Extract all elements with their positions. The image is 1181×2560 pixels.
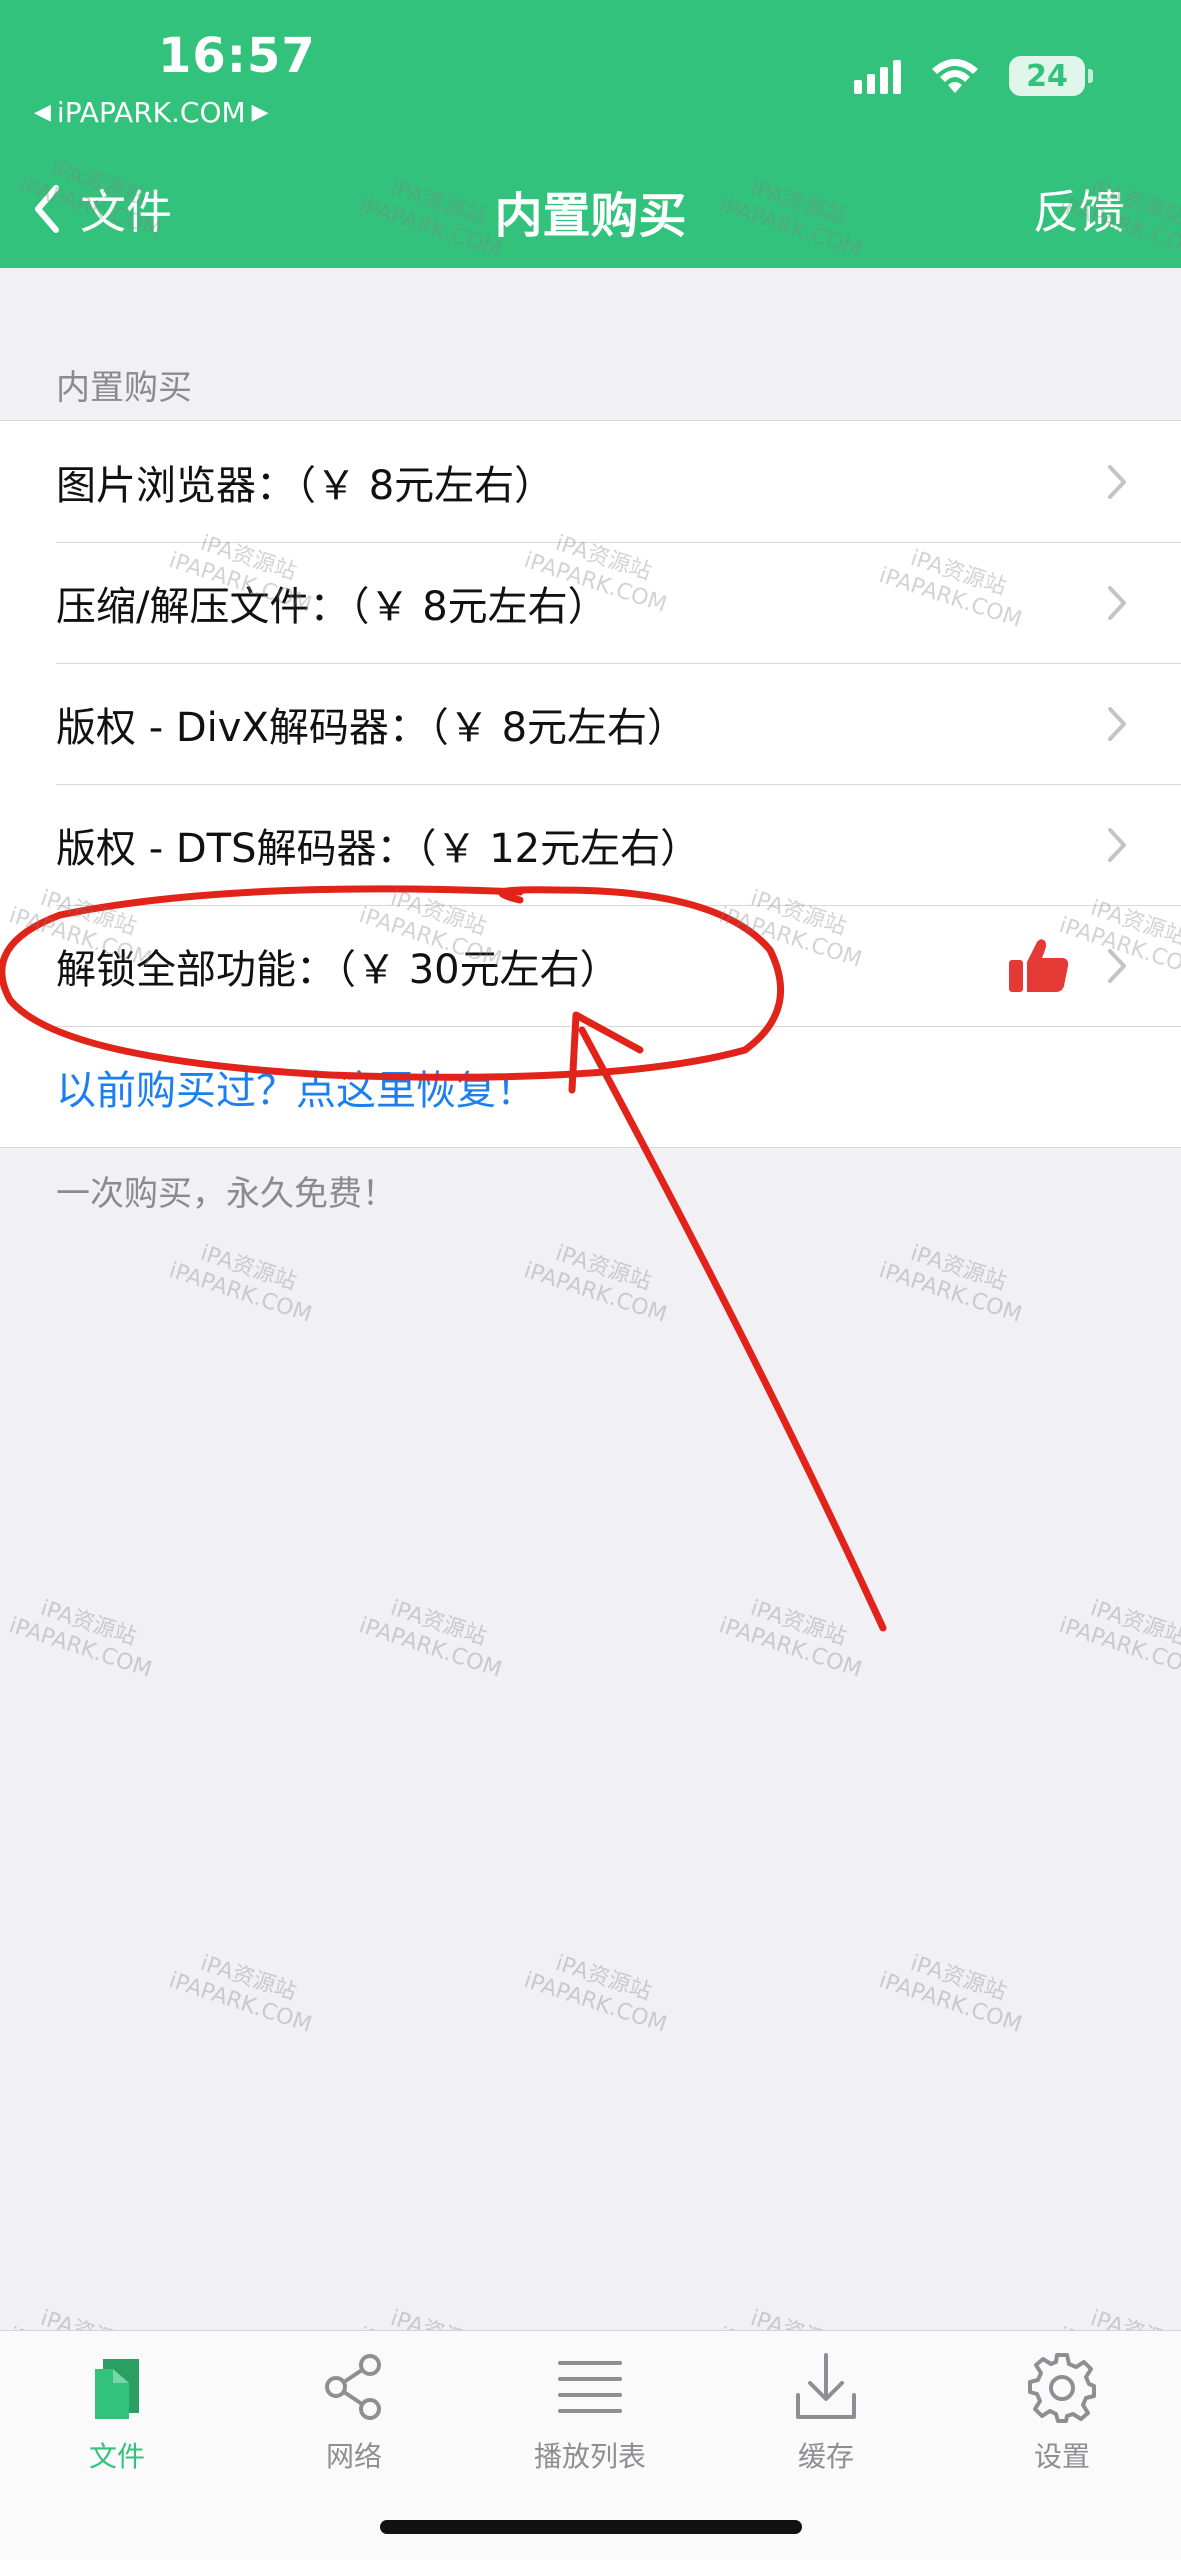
- chevron-right-icon: [1108, 827, 1126, 862]
- restore-purchases-label: 以前购买过？点这里恢复！: [56, 1067, 536, 1114]
- watermark-line: iPAPARK.COM: [715, 1613, 865, 1683]
- file-icon: [95, 2359, 139, 2419]
- chevron-right-icon: [1108, 706, 1126, 741]
- watermark-line: iPAPARK.COM: [520, 1968, 670, 2038]
- watermark-line: iPA资源站: [552, 1240, 655, 1296]
- watermark-line: iPA资源站: [747, 1595, 850, 1651]
- app-header: 16:57 ◀ iPAPARK.COM ▶ 24 文件 内置购买 反馈: [0, 0, 1181, 268]
- list-item-label: 版权 - DivX解码器：（￥ 8元左右）: [56, 704, 688, 751]
- watermark-line: iPAPARK.COM: [875, 1258, 1025, 1328]
- share-icon: [325, 2354, 381, 2420]
- battery-icon: 24: [1009, 56, 1093, 96]
- feedback-button[interactable]: 反馈: [1033, 176, 1125, 242]
- chevron-right-icon: [1108, 464, 1126, 499]
- watermark-line: iPA资源站: [37, 1595, 140, 1651]
- watermark-line: iPAPARK.COM: [875, 1968, 1025, 2038]
- section-footer: 一次购买，永久免费！: [56, 1174, 396, 1214]
- status-time: 16:57: [158, 28, 316, 84]
- tab-label: 网络: [325, 2440, 382, 2473]
- list-item-label: 版权 - DTS解码器：（￥ 12元左右）: [56, 825, 701, 872]
- thumbs-up-icon: [1009, 938, 1069, 992]
- watermark-line: iPAPARK.COM: [165, 1968, 315, 2038]
- watermark-line: iPA资源站: [197, 1950, 300, 2006]
- status-indicators: 24: [854, 56, 1093, 96]
- gear-icon: [1028, 2353, 1096, 2423]
- watermark-line: iPA资源站: [1087, 1595, 1181, 1651]
- tab-label: 缓存: [797, 2440, 854, 2473]
- cellular-signal-icon: [854, 58, 901, 94]
- tab-files[interactable]: 文件: [17, 2351, 217, 2475]
- section-header: 内置购买: [56, 368, 192, 408]
- download-icon: [796, 2353, 856, 2419]
- list-item-unlock-all[interactable]: 解锁全部功能：（￥ 30元左右）: [0, 905, 1181, 1026]
- watermark-line: iPAPARK.COM: [5, 1613, 155, 1683]
- list-item-divx[interactable]: 版权 - DivX解码器：（￥ 8元左右）: [0, 663, 1181, 784]
- back-triangle-icon: ◀: [34, 100, 51, 125]
- tab-playlist[interactable]: 播放列表: [490, 2351, 690, 2475]
- list-item-label: 图片浏览器：（￥ 8元左右）: [56, 462, 555, 509]
- watermark-line: iPA资源站: [197, 1240, 300, 1296]
- watermark-line: iPAPARK.COM: [165, 1258, 315, 1328]
- home-indicator[interactable]: [380, 2520, 802, 2534]
- purchase-list: 图片浏览器：（￥ 8元左右） 压缩/解压文件：（￥ 8元左右） 版权 - Div…: [0, 420, 1181, 1148]
- wifi-icon: [932, 59, 978, 93]
- status-back-label: iPAPARK.COM: [56, 96, 246, 129]
- tab-settings[interactable]: 设置: [962, 2351, 1162, 2475]
- list-item-label: 解锁全部功能：（￥ 30元左右）: [56, 946, 620, 993]
- forward-triangle-icon: ▶: [251, 100, 269, 125]
- watermark-line: iPA资源站: [552, 1950, 655, 2006]
- tab-label: 设置: [1033, 2440, 1090, 2473]
- list-item-dts[interactable]: 版权 - DTS解码器：（￥ 12元左右）: [0, 784, 1181, 905]
- tab-label: 文件: [88, 2440, 145, 2473]
- watermark-line: iPA资源站: [387, 1595, 490, 1651]
- watermark-line: iPAPARK.COM: [355, 1613, 505, 1683]
- tab-label: 播放列表: [533, 2440, 646, 2473]
- watermark-line: iPA资源站: [907, 1240, 1010, 1296]
- restore-purchases-link[interactable]: 以前购买过？点这里恢复！: [0, 1026, 1181, 1147]
- page-title: 内置购买: [494, 188, 687, 244]
- list-item-zip[interactable]: 压缩/解压文件：（￥ 8元左右）: [0, 542, 1181, 663]
- tab-network[interactable]: 网络: [254, 2351, 454, 2475]
- watermark-line: iPAPARK.COM: [520, 1258, 670, 1328]
- watermark-line: iPA资源站: [907, 1950, 1010, 2006]
- list-icon: [558, 2361, 622, 2413]
- chevron-right-icon: [1108, 585, 1126, 620]
- list-item-image-viewer[interactable]: 图片浏览器：（￥ 8元左右）: [0, 421, 1181, 542]
- status-back-to-app[interactable]: ◀ iPAPARK.COM ▶: [34, 96, 269, 129]
- chevron-right-icon: [1108, 948, 1126, 983]
- watermark-line: iPAPARK.COM: [1055, 1613, 1181, 1683]
- tab-cache[interactable]: 缓存: [726, 2351, 926, 2475]
- list-item-label: 压缩/解压文件：（￥ 8元左右）: [56, 583, 608, 630]
